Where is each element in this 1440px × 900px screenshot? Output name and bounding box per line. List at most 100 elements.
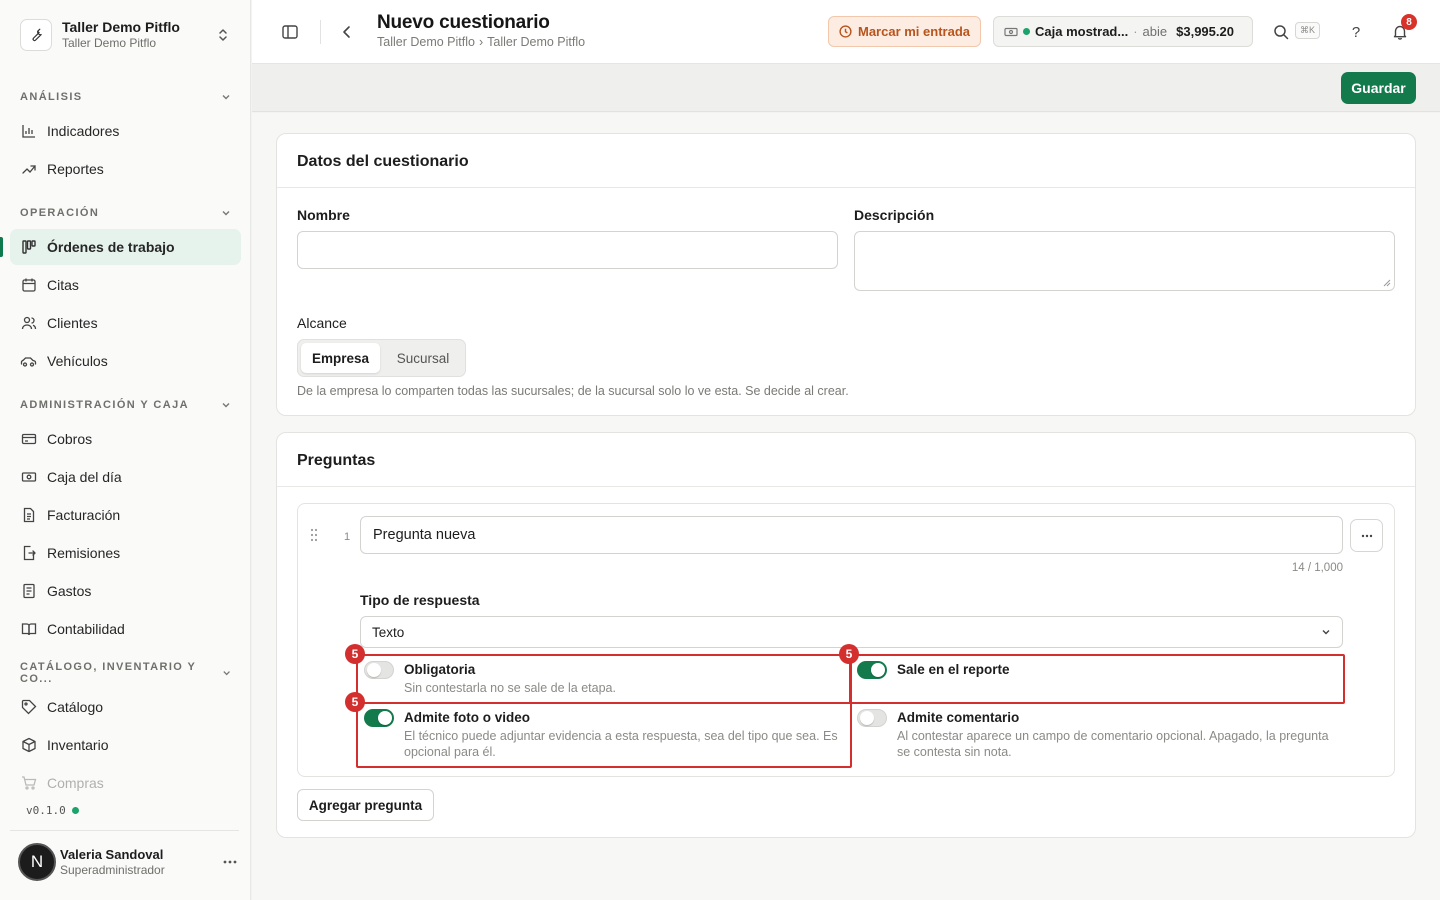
section-header-analisis[interactable]: ANÁLISIS: [20, 89, 232, 105]
sidebar-item-clientes[interactable]: Clientes: [10, 305, 241, 341]
sidebar-item-remisiones[interactable]: Remisiones: [10, 535, 241, 571]
sidebar-item-facturacion[interactable]: Facturación: [10, 497, 241, 533]
chevron-down-icon: [222, 403, 230, 408]
sidebar-item-label: Indicadores: [47, 123, 120, 139]
question-text-input[interactable]: Pregunta nueva: [360, 516, 1343, 554]
org-subtitle: Taller Demo Pitflo: [62, 36, 157, 50]
version-text: v0.1.0: [26, 804, 66, 817]
org-switcher[interactable]: Taller Demo Pitflo Taller Demo Pitflo: [10, 10, 241, 60]
resize-handle-icon[interactable]: [1383, 279, 1391, 287]
card-title: Datos del cuestionario: [297, 153, 469, 170]
action-bar: Guardar: [252, 64, 1440, 112]
sidebar-item-label: Clientes: [47, 315, 98, 331]
sidebar-item-label: Órdenes de trabajo: [47, 239, 175, 255]
char-counter: 14 / 1,000: [1291, 562, 1343, 574]
allow-media-toggle[interactable]: [364, 709, 394, 727]
org-name: Taller Demo Pitflo: [62, 19, 180, 35]
status-dot: [1023, 28, 1030, 35]
sidebar-item-label: Compras: [47, 775, 104, 791]
chevrons-up-down-icon: [215, 27, 231, 43]
user-name: Valeria Sandoval: [60, 847, 164, 862]
question-options-button[interactable]: [1350, 519, 1383, 552]
sidebar-item-label: Vehículos: [47, 353, 108, 369]
checkin-button[interactable]: Marcar mi entrada: [828, 16, 981, 47]
section-header-operacion[interactable]: OPERACIÓN: [20, 205, 232, 221]
back-arrow-icon[interactable]: [335, 20, 359, 44]
answer-type-value: Texto: [372, 624, 405, 640]
more-horizontal-icon: [1361, 534, 1372, 537]
breadcrumb-item[interactable]: Taller Demo Pitflo: [377, 35, 475, 49]
sidebar-item-cobros[interactable]: Cobros: [10, 421, 241, 457]
cash-register-selector[interactable]: Caja mostrad... · abie $3,995.20: [993, 16, 1253, 47]
credit-card-icon: [20, 431, 37, 448]
sidebar: Taller Demo Pitflo Taller Demo Pitflo AN…: [0, 0, 251, 900]
divider: [10, 830, 239, 831]
sidebar-item-contabilidad[interactable]: Contabilidad: [10, 611, 241, 647]
calendar-icon: [20, 277, 37, 294]
sidebar-item-compras[interactable]: Compras: [10, 765, 241, 801]
required-title: Obligatoria: [404, 662, 476, 677]
users-icon: [20, 315, 37, 332]
answer-type-select[interactable]: Texto: [360, 616, 1343, 648]
checkin-label: Marcar mi entrada: [858, 24, 970, 39]
sidebar-item-label: Caja del día: [47, 469, 122, 485]
section-header-catalogo[interactable]: CATÁLOGO, INVENTARIO Y CO...: [20, 661, 232, 685]
chevron-down-icon: [223, 671, 230, 676]
sidebar-item-vehiculos[interactable]: Vehículos: [10, 343, 241, 379]
sidebar-item-citas[interactable]: Citas: [10, 267, 241, 303]
cash-icon: [20, 469, 37, 486]
questionnaire-details-card: Datos del cuestionario Nombre Descripció…: [276, 133, 1416, 416]
search-shortcut: ⌘K: [1295, 22, 1321, 39]
save-button[interactable]: Guardar: [1341, 72, 1416, 104]
description-textarea[interactable]: [854, 231, 1395, 291]
sidebar-toggle-icon[interactable]: [278, 20, 302, 44]
search-icon[interactable]: [1269, 20, 1293, 44]
user-menu[interactable]: N Valeria Sandoval Superadministrador: [18, 842, 240, 882]
questions-card: Preguntas 1 Pregunta nueva 14 / 1,000 Ti…: [276, 432, 1416, 838]
invoice-icon: [20, 507, 37, 524]
sidebar-item-indicadores[interactable]: Indicadores: [10, 113, 241, 149]
drag-handle-icon[interactable]: [310, 528, 322, 544]
scope-label: Alcance: [297, 315, 347, 331]
scope-hint: De la empresa lo comparten todas las suc…: [297, 384, 849, 398]
card-title: Preguntas: [297, 452, 376, 469]
scope-option-sucursal[interactable]: Sucursal: [382, 343, 464, 373]
question-item: 1 Pregunta nueva 14 / 1,000 Tipo de resp…: [297, 503, 1395, 777]
help-button[interactable]: ?: [1344, 20, 1368, 44]
sidebar-item-reportes[interactable]: Reportes: [10, 151, 241, 187]
allow-comment-toggle[interactable]: [857, 709, 887, 727]
separator: ·: [1133, 24, 1138, 39]
avatar: N: [18, 843, 56, 881]
add-question-button[interactable]: Agregar pregunta: [297, 789, 434, 821]
breadcrumb: Taller Demo Pitflo › Taller Demo Pitflo: [377, 35, 585, 49]
name-input[interactable]: [297, 231, 838, 269]
breadcrumb-item[interactable]: Taller Demo Pitflo: [487, 35, 585, 49]
required-toggle[interactable]: [364, 661, 394, 679]
chevron-down-icon: [222, 211, 230, 216]
cash-register-amount: $3,995.20: [1176, 24, 1234, 39]
box-icon: [20, 737, 37, 754]
sidebar-item-label: Reportes: [47, 161, 104, 177]
scope-option-empresa[interactable]: Empresa: [301, 343, 380, 373]
sidebar-item-label: Gastos: [47, 583, 92, 599]
more-horizontal-icon[interactable]: [220, 852, 240, 872]
user-role: Superadministrador: [60, 863, 165, 877]
allow-comment-description: Al contestar aparece un campo de comenta…: [897, 729, 1329, 759]
allow-media-description: El técnico puede adjuntar evidencia a es…: [404, 729, 838, 759]
sidebar-item-catalogo[interactable]: Catálogo: [10, 689, 241, 725]
scope-segmented-control: Empresa Sucursal: [297, 339, 466, 377]
receipt-icon: [20, 583, 37, 600]
wrench-icon: [20, 19, 52, 51]
sidebar-item-label: Inventario: [47, 737, 109, 753]
header-divider: [320, 20, 321, 44]
sidebar-item-caja[interactable]: Caja del día: [10, 459, 241, 495]
sidebar-item-gastos[interactable]: Gastos: [10, 573, 241, 609]
section-title: ANÁLISIS: [20, 91, 83, 103]
sidebar-item-ordenes[interactable]: Órdenes de trabajo: [10, 229, 241, 265]
cash-icon: [1004, 27, 1018, 36]
bar-chart-icon: [20, 123, 37, 140]
sidebar-item-inventario[interactable]: Inventario: [10, 727, 241, 763]
answer-type-label: Tipo de respuesta: [360, 592, 480, 608]
section-header-administracion[interactable]: ADMINISTRACIÓN Y CAJA: [20, 397, 232, 413]
in-report-toggle[interactable]: [857, 661, 887, 679]
